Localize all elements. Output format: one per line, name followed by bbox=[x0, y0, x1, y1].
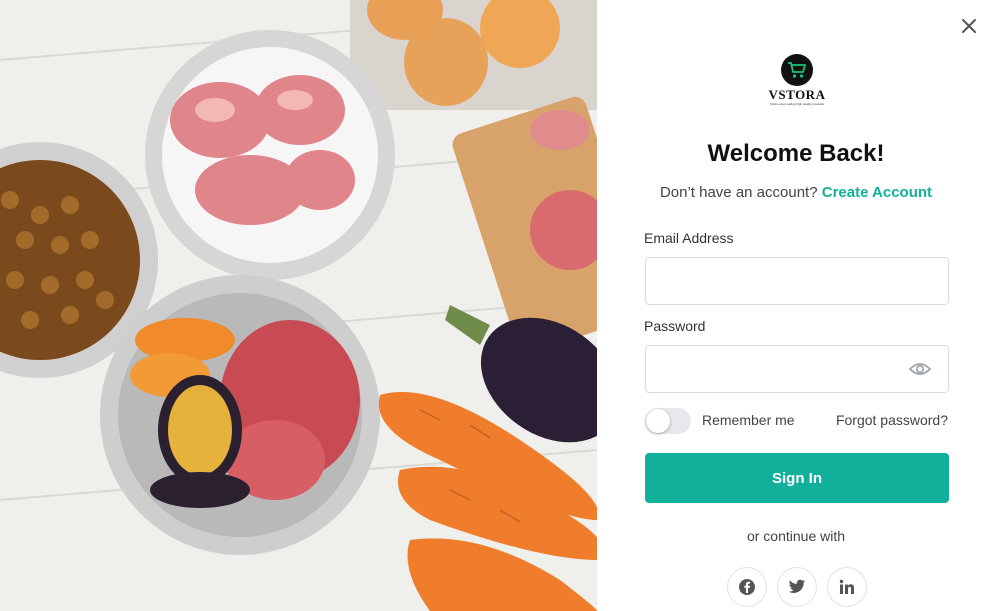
close-icon bbox=[962, 19, 976, 33]
facebook-button[interactable] bbox=[727, 567, 767, 607]
eye-icon[interactable] bbox=[908, 359, 932, 379]
password-label: Password bbox=[644, 318, 706, 334]
create-account-link[interactable]: Create Account bbox=[822, 184, 932, 201]
cart-icon bbox=[788, 62, 806, 78]
page-title: Welcome Back! bbox=[707, 140, 885, 167]
signup-prompt: Don’t have an account? Create Account bbox=[597, 184, 995, 201]
logo-badge bbox=[781, 54, 813, 86]
password-field[interactable] bbox=[645, 345, 949, 393]
login-panel: VSTORA Online store selling high quality… bbox=[597, 0, 995, 611]
remember-me-toggle[interactable] bbox=[645, 408, 691, 434]
sign-in-button[interactable]: Sign In bbox=[645, 453, 949, 503]
email-label: Email Address bbox=[644, 230, 734, 246]
twitter-icon bbox=[788, 579, 806, 593]
linkedin-button[interactable] bbox=[827, 567, 867, 607]
brand-logo: VSTORA Online store selling high quality… bbox=[767, 54, 827, 110]
login-modal: VSTORA Online store selling high quality… bbox=[0, 0, 995, 611]
close-button[interactable] bbox=[957, 14, 981, 38]
brand-tagline: Online store selling high quality produc… bbox=[770, 102, 824, 106]
signup-prompt-text: Don’t have an account? bbox=[659, 184, 818, 201]
twitter-button[interactable] bbox=[777, 567, 817, 607]
linkedin-icon bbox=[839, 579, 854, 594]
hero-image bbox=[0, 0, 597, 611]
brand-name: VSTORA bbox=[768, 87, 826, 102]
social-divider-text: or continue with bbox=[746, 528, 846, 544]
forgot-password-link[interactable]: Forgot password? bbox=[836, 412, 948, 428]
toggle-knob bbox=[646, 409, 670, 433]
email-field[interactable] bbox=[645, 257, 949, 305]
facebook-icon bbox=[739, 579, 755, 595]
food-illustration bbox=[0, 0, 597, 611]
remember-me-label: Remember me bbox=[702, 412, 795, 428]
